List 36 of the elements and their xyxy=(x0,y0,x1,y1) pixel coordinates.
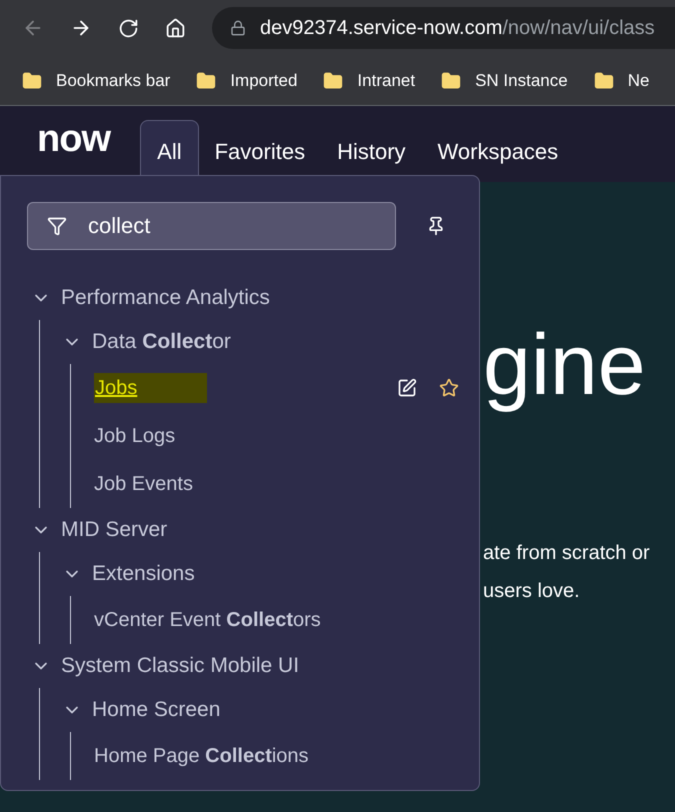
lock-icon xyxy=(230,20,246,36)
folder-icon xyxy=(22,70,42,90)
url-text: dev92374.service-now.com/now/nav/ui/class xyxy=(260,16,655,41)
menu-link[interactable]: Home Page Collections xyxy=(94,741,309,771)
nav-tab[interactable]: Favorites xyxy=(198,120,322,182)
bookmark[interactable]: Ne xyxy=(594,68,650,94)
bookmark[interactable]: Bookmarks bar xyxy=(22,68,170,94)
folder-icon xyxy=(594,70,614,90)
filter-icon xyxy=(47,216,67,236)
hero-text: users love. xyxy=(483,579,581,604)
menu-group-label[interactable]: Home Screen xyxy=(92,694,220,726)
bookmark[interactable]: SN Instance xyxy=(441,68,568,94)
hero-text: ate from scratch or xyxy=(483,541,651,566)
star-icon[interactable] xyxy=(439,378,459,398)
menu-group-label[interactable]: System Classic Mobile UI xyxy=(61,650,300,682)
filter-field[interactable]: collect xyxy=(27,202,396,250)
folder-icon xyxy=(196,70,216,90)
edit-icon[interactable] xyxy=(397,378,417,398)
folder-icon xyxy=(441,70,462,90)
menu-group-label[interactable]: MID Server xyxy=(61,514,168,546)
home-icon[interactable] xyxy=(165,18,186,38)
reload-icon[interactable] xyxy=(118,18,139,38)
menu-link[interactable]: Jobs xyxy=(94,373,208,403)
menu-group-label[interactable]: Data Collector xyxy=(92,326,231,358)
folder-icon xyxy=(323,70,344,90)
nav-tab[interactable]: History xyxy=(321,120,422,182)
logo[interactable]: now xyxy=(37,111,110,168)
bookmark[interactable]: Imported xyxy=(196,68,298,94)
menu-group-label[interactable]: Extensions xyxy=(92,558,195,590)
menu-link[interactable]: vCenter Event Collectors xyxy=(94,605,321,635)
menu-link[interactable]: Job Logs xyxy=(94,421,176,451)
address-bar[interactable]: dev92374.service-now.com/now/nav/ui/class xyxy=(212,7,675,49)
menu-link[interactable]: Job Events xyxy=(94,469,193,499)
bookmark[interactable]: Intranet xyxy=(323,68,416,94)
nav-tab[interactable]: Workspaces xyxy=(422,120,574,182)
menu-group-label[interactable]: Performance Analytics xyxy=(61,282,270,314)
